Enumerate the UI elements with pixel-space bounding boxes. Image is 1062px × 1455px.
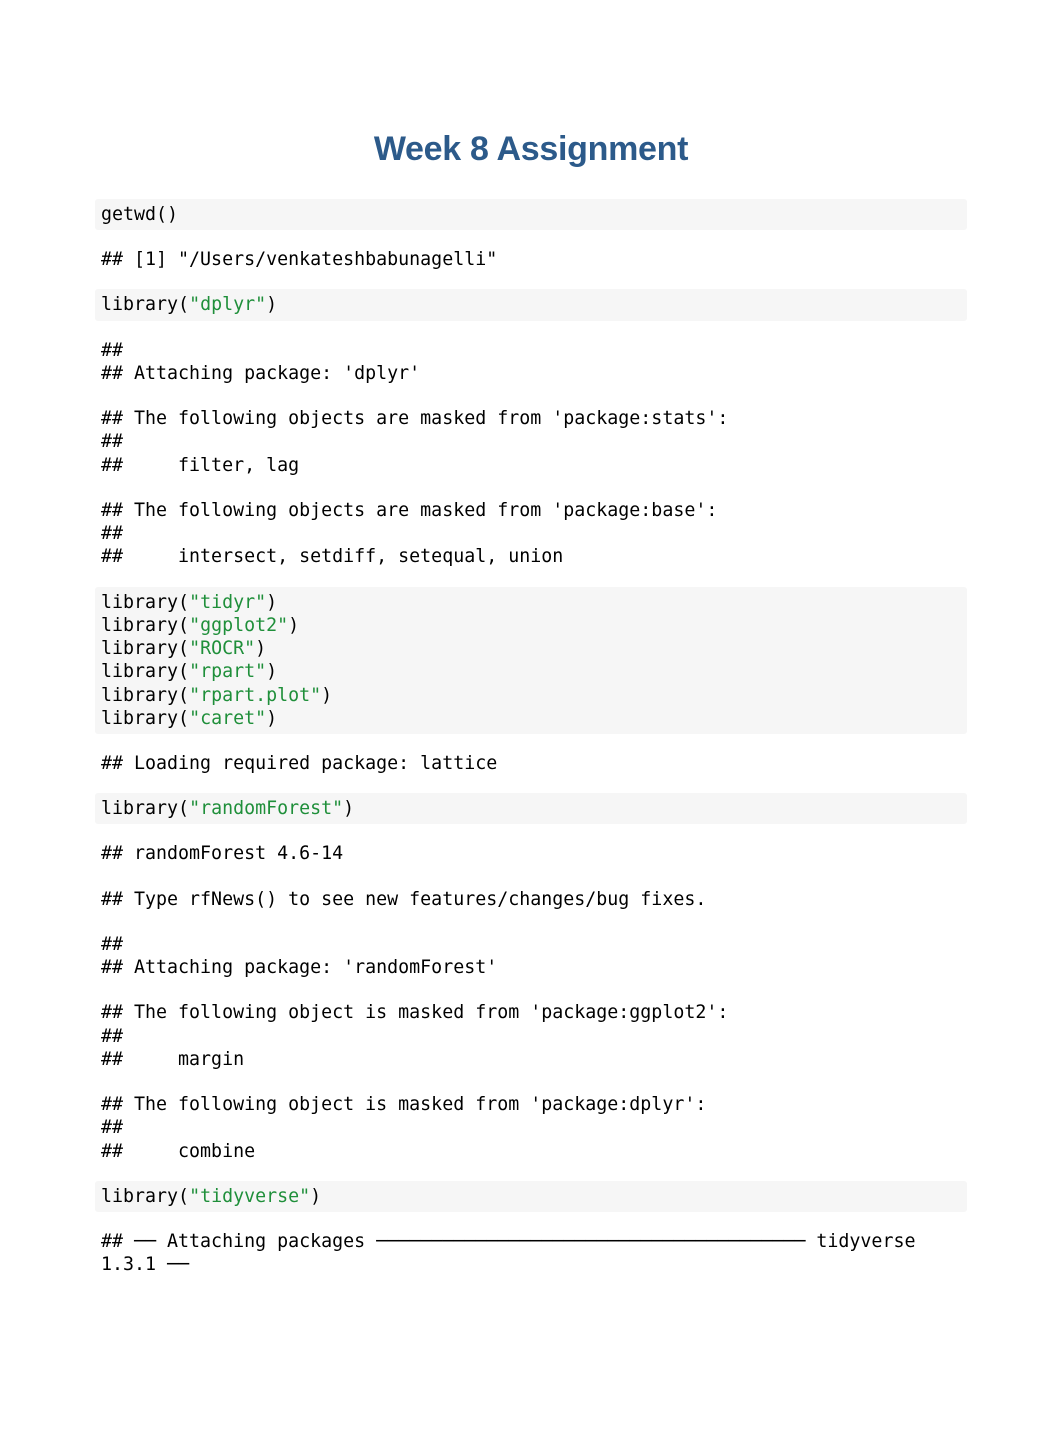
string-literal: "dplyr" [189, 294, 266, 315]
fn-call: library( [101, 592, 189, 613]
fn-call: library( [101, 685, 189, 706]
output-block: ## The following objects are masked from… [95, 403, 967, 481]
code-text: library("dplyr") [95, 289, 967, 320]
fn-call: library( [101, 798, 189, 819]
output-text: ## ── Attaching packages ───────────────… [95, 1226, 967, 1280]
code-block: library("randomForest") [95, 793, 967, 824]
output-block: ## Loading required package: lattice [95, 748, 967, 779]
string-literal: "tidyverse" [189, 1186, 310, 1207]
fn-call: library( [101, 638, 189, 659]
output-block: ## The following object is masked from '… [95, 1089, 967, 1167]
code-text: getwd() [95, 199, 967, 230]
output-text: ## ## Attaching package: 'randomForest' [95, 929, 967, 983]
code-block: library("tidyverse") [95, 1181, 967, 1212]
fn-call: library( [101, 294, 189, 315]
code-text: library("tidyr") library("ggplot2") libr… [95, 587, 967, 734]
string-literal: "rpart.plot" [189, 685, 321, 706]
output-text: ## The following objects are masked from… [95, 495, 967, 573]
output-block: ## ## Attaching package: 'dplyr' [95, 335, 967, 389]
output-block: ## The following object is masked from '… [95, 997, 967, 1075]
fn-call-end: ) [343, 798, 354, 819]
output-block: ## ── Attaching packages ───────────────… [95, 1226, 967, 1280]
fn-call: library( [101, 1186, 189, 1207]
code-block: library("tidyr") library("ggplot2") libr… [95, 587, 967, 734]
fn-call-end: ) [266, 708, 277, 729]
fn-call: library( [101, 615, 189, 636]
fn-call-end: ) [266, 294, 277, 315]
output-block: ## [1] "/Users/venkateshbabunagelli" [95, 244, 967, 275]
string-literal: "ROCR" [189, 638, 255, 659]
fn-call: library( [101, 708, 189, 729]
code-block: library("dplyr") [95, 289, 967, 320]
string-literal: "randomForest" [189, 798, 343, 819]
code-block: getwd() [95, 199, 967, 230]
output-text: ## The following object is masked from '… [95, 997, 967, 1075]
output-text: ## [1] "/Users/venkateshbabunagelli" [95, 244, 967, 275]
output-text: ## randomForest 4.6-14 [95, 838, 967, 869]
fn-call-end: ) [321, 685, 332, 706]
string-literal: "tidyr" [189, 592, 266, 613]
fn-call-end: ) [266, 661, 277, 682]
output-block: ## The following objects are masked from… [95, 495, 967, 573]
string-literal: "rpart" [189, 661, 266, 682]
output-text: ## Loading required package: lattice [95, 748, 967, 779]
output-block: ## randomForest 4.6-14 [95, 838, 967, 869]
output-text: ## ## Attaching package: 'dplyr' [95, 335, 967, 389]
code-text: library("tidyverse") [95, 1181, 967, 1212]
output-text: ## The following objects are masked from… [95, 403, 967, 481]
fn-call-end: ) [288, 615, 299, 636]
output-text: ## The following object is masked from '… [95, 1089, 967, 1167]
page-title: Week 8 Assignment [95, 130, 967, 169]
fn-call-end: ) [310, 1186, 321, 1207]
document-page: Week 8 Assignment getwd() ## [1] "/Users… [0, 0, 1062, 1455]
output-text: ## Type rfNews() to see new features/cha… [95, 884, 967, 915]
fn-call-end: ) [266, 592, 277, 613]
string-literal: "caret" [189, 708, 266, 729]
fn-call-end: ) [255, 638, 266, 659]
string-literal: "ggplot2" [189, 615, 288, 636]
code-text: library("randomForest") [95, 793, 967, 824]
output-block: ## ## Attaching package: 'randomForest' [95, 929, 967, 983]
output-block: ## Type rfNews() to see new features/cha… [95, 884, 967, 915]
fn-call: library( [101, 661, 189, 682]
